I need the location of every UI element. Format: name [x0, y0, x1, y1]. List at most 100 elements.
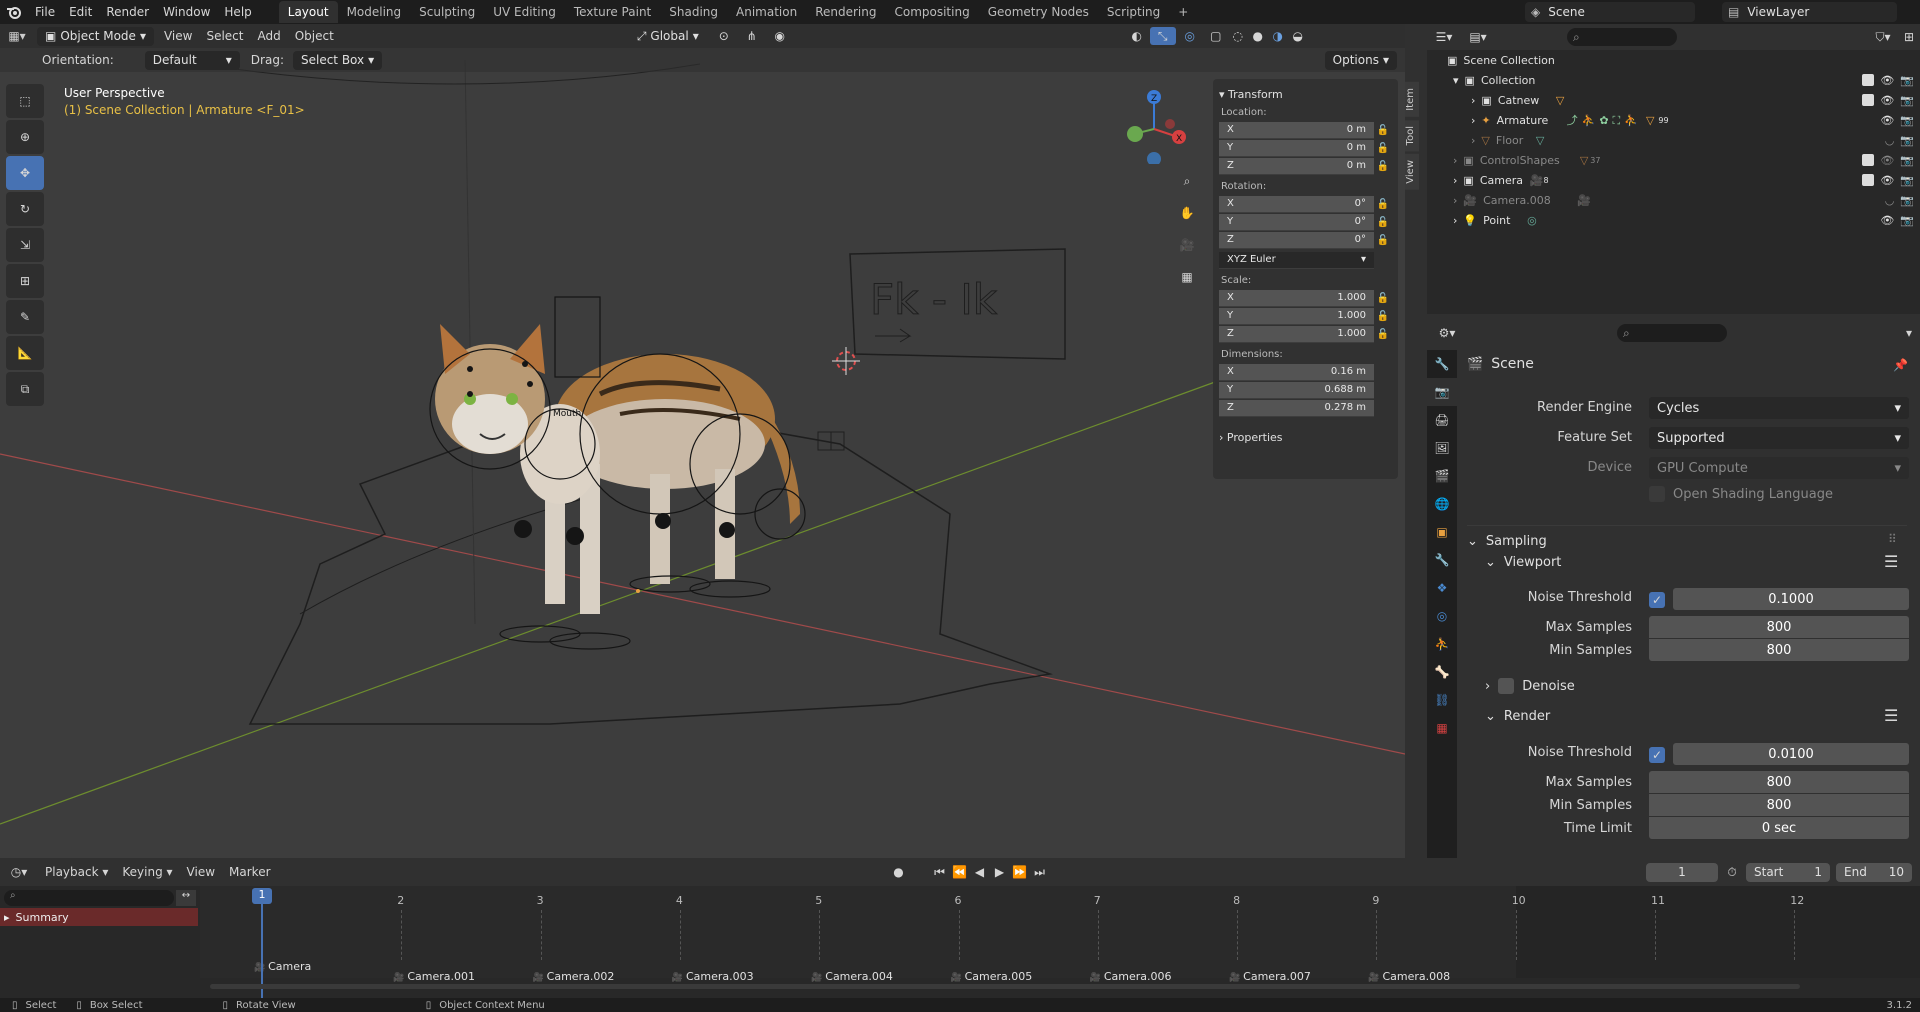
- record-icon[interactable]: ●: [888, 865, 910, 879]
- tab-rendering[interactable]: Rendering: [806, 1, 885, 23]
- zoom-icon[interactable]: ⌕: [1168, 166, 1206, 196]
- tab-item[interactable]: Item: [1405, 82, 1419, 117]
- eye-icon[interactable]: 👁: [1880, 174, 1894, 187]
- exclude-checkbox[interactable]: [1862, 154, 1875, 166]
- tab-compositing[interactable]: Compositing: [885, 1, 978, 23]
- output-tab-icon[interactable]: 🖨: [1427, 406, 1457, 434]
- menu-view[interactable]: View: [180, 865, 222, 879]
- camera-marker[interactable]: 🎥 Camera.002: [533, 970, 615, 983]
- osl-checkbox-row[interactable]: Open Shading Language: [1649, 486, 1833, 502]
- material-shading-icon[interactable]: ◑: [1268, 29, 1288, 43]
- proportional-edit-icon[interactable]: ◉: [766, 29, 794, 43]
- 3d-viewport[interactable]: Fk - Ik Mouth ▦▾ ▣ Object Mode ▾ View Se…: [0, 24, 1405, 858]
- scale-x-row[interactable]: X 1.000 🔓: [1219, 289, 1392, 307]
- tab-scripting[interactable]: Scripting: [1098, 1, 1169, 23]
- pan-hand-icon[interactable]: ✋: [1168, 198, 1206, 228]
- outliner-row-camera-008[interactable]: › 🎥 Camera.008 🎥 ◡ 📷: [1427, 190, 1920, 210]
- chevron-down-icon[interactable]: ▾: [1453, 74, 1459, 87]
- lock-icon[interactable]: 🔓: [1374, 311, 1392, 322]
- measure-tool-icon[interactable]: 📐: [6, 336, 44, 370]
- menu-window[interactable]: Window: [156, 5, 217, 19]
- filter-icon[interactable]: ⛉▾: [1868, 30, 1898, 45]
- solid-shading-icon[interactable]: ●: [1248, 29, 1268, 43]
- editor-type-icon[interactable]: ◷▾: [0, 865, 38, 879]
- camera-render-icon[interactable]: 📷: [1900, 214, 1914, 227]
- lock-icon[interactable]: 🔓: [1374, 125, 1392, 136]
- camera-marker[interactable]: 🎥 Camera.001: [393, 970, 475, 983]
- navigation-gizmo[interactable]: Z X: [1118, 84, 1188, 164]
- osl-checkbox[interactable]: [1649, 486, 1665, 502]
- rotation-x-row[interactable]: X 0° 🔓: [1219, 195, 1392, 213]
- outliner-row-point[interactable]: › 💡 Point ◎ 👁 📷: [1427, 210, 1920, 230]
- camera-render-icon[interactable]: 📷: [1900, 114, 1914, 127]
- physics-tab-icon[interactable]: ◎: [1427, 602, 1457, 630]
- list-presets-icon[interactable]: ☰: [1884, 706, 1898, 725]
- menu-view[interactable]: View: [157, 29, 199, 43]
- camera-marker[interactable]: 🎥 Camera.008: [1368, 970, 1450, 983]
- outliner-row-camera[interactable]: › ▣ Camera 🎥 8 👁 📷: [1427, 170, 1920, 190]
- chevron-down-icon[interactable]: ▾: [1906, 326, 1912, 340]
- annotate-tool-icon[interactable]: ✎: [6, 300, 44, 334]
- feature-set-dropdown[interactable]: Supported ▾: [1649, 427, 1909, 449]
- tab-geometry-nodes[interactable]: Geometry Nodes: [979, 1, 1098, 23]
- new-collection-icon[interactable]: ⊞: [1898, 30, 1920, 44]
- world-tab-icon[interactable]: 🌐: [1427, 490, 1457, 518]
- eye-icon[interactable]: 👁: [1880, 94, 1894, 107]
- scale-y-row[interactable]: Y 1.000 🔓: [1219, 307, 1392, 325]
- transform-orientation-dropdown[interactable]: ⤢ Global ▾: [629, 27, 707, 46]
- preview-range-icon[interactable]: ⏱: [1721, 865, 1743, 880]
- outliner-row-catnew[interactable]: › ▣ Catnew ▽ 👁 📷: [1427, 90, 1920, 110]
- drag-handle-icon[interactable]: ⠿: [1888, 532, 1897, 546]
- menu-playback[interactable]: Playback ▾: [38, 865, 115, 879]
- menu-render[interactable]: Render: [99, 5, 156, 19]
- lock-icon[interactable]: 🔓: [1374, 329, 1392, 340]
- start-frame-field[interactable]: Start 1: [1746, 862, 1830, 882]
- camera-marker[interactable]: 🎥 Camera.004: [811, 970, 893, 983]
- camera-render-icon[interactable]: 📷: [1900, 74, 1914, 87]
- xray-icon[interactable]: ▢: [1204, 29, 1228, 43]
- menu-file[interactable]: File: [28, 5, 62, 19]
- denoise-checkbox[interactable]: [1498, 678, 1515, 694]
- dimensions-y-row[interactable]: Y 0.688 m: [1219, 381, 1392, 399]
- viewport-subpanel-header[interactable]: ⌄ Viewport: [1485, 555, 1561, 570]
- orientation-dropdown[interactable]: Default ▾: [144, 50, 240, 70]
- summary-channel[interactable]: ▸ Summary: [0, 908, 198, 926]
- dimensions-x-row[interactable]: X 0.16 m: [1219, 363, 1392, 381]
- camera-render-icon[interactable]: 📷: [1900, 134, 1914, 147]
- chevron-right-icon[interactable]: ›: [1453, 194, 1457, 207]
- tab-view[interactable]: View: [1405, 154, 1419, 190]
- play-icon[interactable]: ▶: [990, 865, 1010, 879]
- rotation-mode-dropdown[interactable]: XYZ Euler ▾: [1219, 251, 1392, 269]
- mode-dropdown[interactable]: ▣ Object Mode ▾: [37, 26, 154, 46]
- chevron-right-icon[interactable]: ›: [1453, 174, 1457, 187]
- camera-marker[interactable]: 🎥 Camera.006: [1090, 970, 1172, 983]
- prev-keyframe-icon[interactable]: ⏪: [950, 865, 970, 879]
- location-y-row[interactable]: Y0 m 🔓: [1219, 139, 1392, 157]
- menu-add[interactable]: Add: [250, 29, 287, 43]
- armature-data-tab-icon[interactable]: ⛹: [1427, 630, 1457, 658]
- location-z-row[interactable]: Z0 m 🔓: [1219, 157, 1392, 175]
- tool-tab-icon[interactable]: 🔧: [1427, 350, 1457, 378]
- tab-modeling[interactable]: Modeling: [338, 1, 411, 23]
- chevron-right-icon[interactable]: ›: [1471, 134, 1475, 147]
- playhead[interactable]: 1: [252, 888, 272, 904]
- menu-help[interactable]: Help: [217, 5, 258, 19]
- outliner-row-floor[interactable]: › ▽ Floor ▽ ◡ 📷: [1427, 130, 1920, 150]
- viewport-noise-field[interactable]: 0.1000: [1673, 588, 1909, 610]
- exclude-checkbox[interactable]: [1862, 94, 1875, 106]
- location-x-row[interactable]: X0 m 🔓: [1219, 121, 1392, 139]
- gizmo-toggle-icon[interactable]: ⤡: [1149, 27, 1176, 45]
- chevron-right-icon[interactable]: ›: [1453, 214, 1457, 227]
- tab-layout[interactable]: Layout: [278, 1, 338, 23]
- viewport-max-samples-field[interactable]: 800: [1649, 616, 1909, 638]
- cursor-tool-icon[interactable]: ⊕: [6, 120, 44, 154]
- swap-icon[interactable]: ↔: [176, 890, 196, 906]
- object-tab-icon[interactable]: ▣: [1427, 518, 1457, 546]
- jump-start-icon[interactable]: ⏮: [930, 865, 950, 880]
- device-dropdown[interactable]: GPU Compute ▾: [1649, 457, 1909, 479]
- menu-marker[interactable]: Marker: [222, 865, 277, 879]
- transform-tool-icon[interactable]: ⊞: [6, 264, 44, 298]
- render-noise-field[interactable]: 0.0100: [1673, 743, 1909, 765]
- transform-header[interactable]: ▾ Transform: [1219, 88, 1392, 101]
- current-frame-field[interactable]: 1: [1646, 862, 1718, 882]
